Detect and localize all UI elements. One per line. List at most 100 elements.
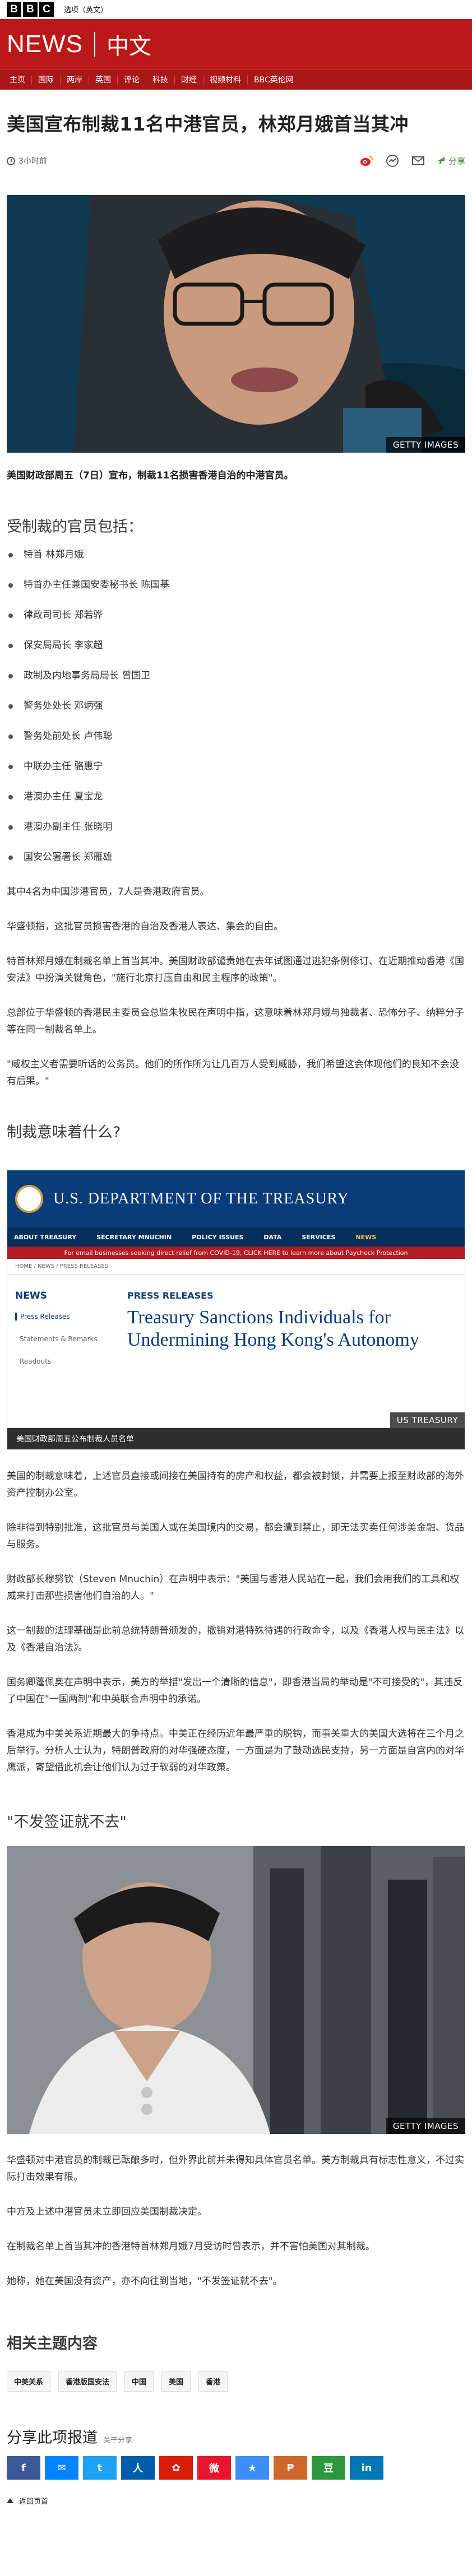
list-item: 律政司司长 郑若骅 — [7, 607, 465, 624]
back-to-top-link[interactable]: 返回页首 — [7, 2495, 465, 2517]
bbc-logo[interactable]: B B C — [7, 2, 54, 17]
treasury-header: U.S. DEPARTMENT OF THE TREASURY — [7, 1170, 465, 1227]
twitter-icon: t — [97, 2462, 103, 2474]
treasury-side-item: Statements & Remarks — [20, 1335, 98, 1343]
language-link[interactable]: 选项（英文） — [64, 4, 108, 15]
brand-news[interactable]: NEWS — [7, 30, 83, 58]
section-heading-sanctions-meaning: 制裁意味着什么? — [7, 1124, 121, 1141]
share-title: 分享此项报道 — [7, 2429, 98, 2447]
weibo-share-button[interactable]: 微 — [197, 2456, 231, 2480]
nav-item-business[interactable]: 财经 — [175, 75, 203, 85]
lead-paragraph: 美国财政部周五（7日）宣布，制裁11名损害香港自治的中港官员。 — [7, 470, 294, 481]
paragraph: 国务卿蓬佩奥在声明中表示，美方的举措"发出一个清晰的信息"，即香港当局的举动是"… — [7, 1677, 463, 1705]
masthead: NEWS 中文 — [0, 19, 472, 69]
treasury-body: NEWS Press Releases Statements & Remarks… — [7, 1275, 465, 1380]
douban-share-button[interactable]: 豆 — [312, 2456, 345, 2480]
email-share-icon[interactable] — [411, 154, 425, 168]
nav-item-home[interactable]: 主页 — [3, 75, 32, 85]
treasury-nav-item: ABOUT TREASURY — [14, 1233, 77, 1241]
list-item: 港澳办主任 夏宝龙 — [7, 788, 465, 805]
share-section: 分享此项报道 关于分享 f ✉ t 人 ✿ 微 ★ P 豆 in — [7, 2425, 465, 2480]
treasury-nav-item: POLICY ISSUES — [192, 1233, 244, 1241]
officials-list: 特首 林郑月娥 特首办主任兼国安委秘书长 陈国基 律政司司长 郑若骅 保安局局长… — [7, 546, 465, 866]
brand-language[interactable]: 中文 — [107, 28, 151, 61]
treasury-sidebar: NEWS Press Releases Statements & Remarks… — [15, 1290, 127, 1380]
list-item: 保安局局长 李家超 — [7, 637, 465, 654]
paragraph: 中方及上述中港官员未立即回应美国制裁决定。 — [7, 2206, 207, 2217]
treasury-screenshot-image: U.S. DEPARTMENT OF THE TREASURY ABOUT TR… — [7, 1170, 465, 1450]
article-meta: 3小时前 分享 — [7, 154, 465, 168]
list-item: 警务处前处长 卢伟聪 — [7, 728, 465, 745]
nav-item-video[interactable]: 视频材料 — [203, 75, 248, 85]
hero-image: GETTY IMAGES — [7, 195, 465, 453]
treasury-seal-icon — [15, 1185, 43, 1213]
share-button[interactable]: 分享 — [437, 155, 465, 167]
weibo-share-icon[interactable] — [360, 154, 373, 168]
paragraph: 华盛顿指，这批官员损害香港的自治及香港人表达、集会的自由。 — [7, 921, 283, 932]
share-label: 分享 — [448, 156, 465, 166]
related-topics-heading: 相关主题内容 — [7, 2335, 98, 2352]
timestamp: 3小时前 — [7, 155, 47, 166]
tag-link[interactable]: 香港 — [198, 2371, 228, 2392]
second-image-credit: GETTY IMAGES — [386, 2118, 465, 2134]
section-heading-officials: 受制裁的官员包括： — [7, 518, 143, 536]
paragraph: 总部位于华盛顿的香港民主委员会总监朱牧民在声明中指，这意味着林郑月娥与独裁者、恐… — [7, 1007, 464, 1035]
portrait-with-buildings-illustration — [7, 1846, 465, 2134]
treasury-side-item: Readouts — [20, 1357, 52, 1365]
plurk-share-button[interactable]: P — [274, 2456, 307, 2480]
weibo-icon: 微 — [209, 2463, 219, 2475]
messenger-share-icon[interactable] — [386, 154, 399, 168]
tag-link[interactable]: 美国 — [161, 2371, 191, 2392]
share-heading: 分享此项报道 关于分享 — [7, 2425, 465, 2447]
nav-item-cross-strait[interactable]: 两岸 — [61, 75, 89, 85]
treasury-image-caption: 美国财政部周五公布制裁人员名单 — [7, 1428, 465, 1449]
treasury-main: PRESS RELEASES Treasury Sanctions Indivi… — [127, 1290, 441, 1380]
list-item: 国安公署署长 郑雁雄 — [7, 849, 465, 866]
headline: 美国宣布制裁11名中港官员，林郑月娥首当其冲 — [7, 113, 409, 135]
renren-share-button[interactable]: 人 — [121, 2456, 155, 2480]
nav-item-bbc-uk-china[interactable]: BBC英伦网 — [248, 76, 300, 85]
paragraph: 香港成为中美关系近期最大的争持点。中美正在经历近年最严重的脱钩，而事关重大的美国… — [7, 1728, 464, 1773]
paragraph: 其中4名为中国涉港官员，7人是香港政府官员。 — [7, 886, 210, 898]
favorites-share-button[interactable]: ★ — [235, 2456, 269, 2480]
renren-icon: 人 — [133, 2463, 143, 2475]
treasury-press-title: Treasury Sanctions Individuals for Under… — [127, 1307, 419, 1350]
plurk-icon: P — [286, 2462, 294, 2474]
linkedin-share-button[interactable]: in — [350, 2456, 383, 2480]
treasury-main-heading: PRESS RELEASES — [127, 1290, 214, 1301]
timestamp-text: 3小时前 — [18, 157, 47, 166]
tag-link[interactable]: 中国 — [124, 2371, 154, 2392]
nav-item-tech[interactable]: 科技 — [146, 75, 175, 85]
linkedin-icon: in — [361, 2462, 372, 2474]
treasury-nav-item: SECRETARY MNUCHIN — [96, 1233, 172, 1241]
hero-image-credit: GETTY IMAGES — [386, 437, 465, 453]
paragraph: 美国的制裁意味着，上述官员直接或间接在美国持有的房产和权益，都会被封锁，并需要上… — [7, 1471, 464, 1499]
twitter-share-button[interactable]: t — [83, 2456, 117, 2480]
tag-link[interactable]: 香港版国安法 — [58, 2371, 117, 2392]
logo-letter-b2: B — [23, 2, 38, 17]
nav-item-opinion[interactable]: 评论 — [118, 75, 146, 85]
kaixin-share-button[interactable]: ✿ — [159, 2456, 193, 2480]
list-item: 政制及内地事务局局长 曾国卫 — [7, 667, 465, 684]
messenger-share-button[interactable]: ✉ — [45, 2456, 78, 2480]
treasury-title: U.S. DEPARTMENT OF THE TREASURY — [53, 1190, 349, 1207]
list-item: 特首办主任兼国安委秘书长 陈国基 — [7, 576, 465, 593]
tag-link[interactable]: 中美关系 — [7, 2371, 51, 2392]
main-nav: 主页 国际 两岸 英国 评论 科技 财经 视频材料 BBC英伦网 — [0, 69, 472, 90]
douban-icon: 豆 — [323, 2463, 334, 2475]
about-sharing-link[interactable]: 关于分享 — [103, 2434, 132, 2445]
paragraph: "威权主义者需要听话的公务员。他们的所作所为让几百万人受到威胁，我们希望这会体现… — [7, 1059, 459, 1087]
facebook-share-button[interactable]: f — [7, 2456, 40, 2480]
paragraph: 这一制裁的法理基础是此前总统特朗普颁发的，撤销对港特殊待遇的行政命令，以及《香港… — [7, 1625, 464, 1653]
hero-portrait-illustration — [7, 195, 465, 453]
treasury-nav-item: SERVICES — [302, 1233, 336, 1241]
section-heading-visa: "不发签证就不去" — [7, 1814, 127, 1831]
nav-item-world[interactable]: 国际 — [32, 75, 61, 85]
top-bar: B B C 选项（英文） — [0, 0, 472, 19]
list-item: 中联办主任 骆惠宁 — [7, 758, 465, 775]
treasury-breadcrumb: HOME / NEWS / PRESS RELEASES — [7, 1259, 465, 1275]
nav-item-uk[interactable]: 英国 — [89, 75, 118, 85]
treasury-nav: ABOUT TREASURY SECRETARY MNUCHIN POLICY … — [7, 1227, 465, 1247]
list-item: 警务处处长 邓炳强 — [7, 698, 465, 714]
treasury-image-credit: US TREASURY — [390, 1412, 465, 1428]
